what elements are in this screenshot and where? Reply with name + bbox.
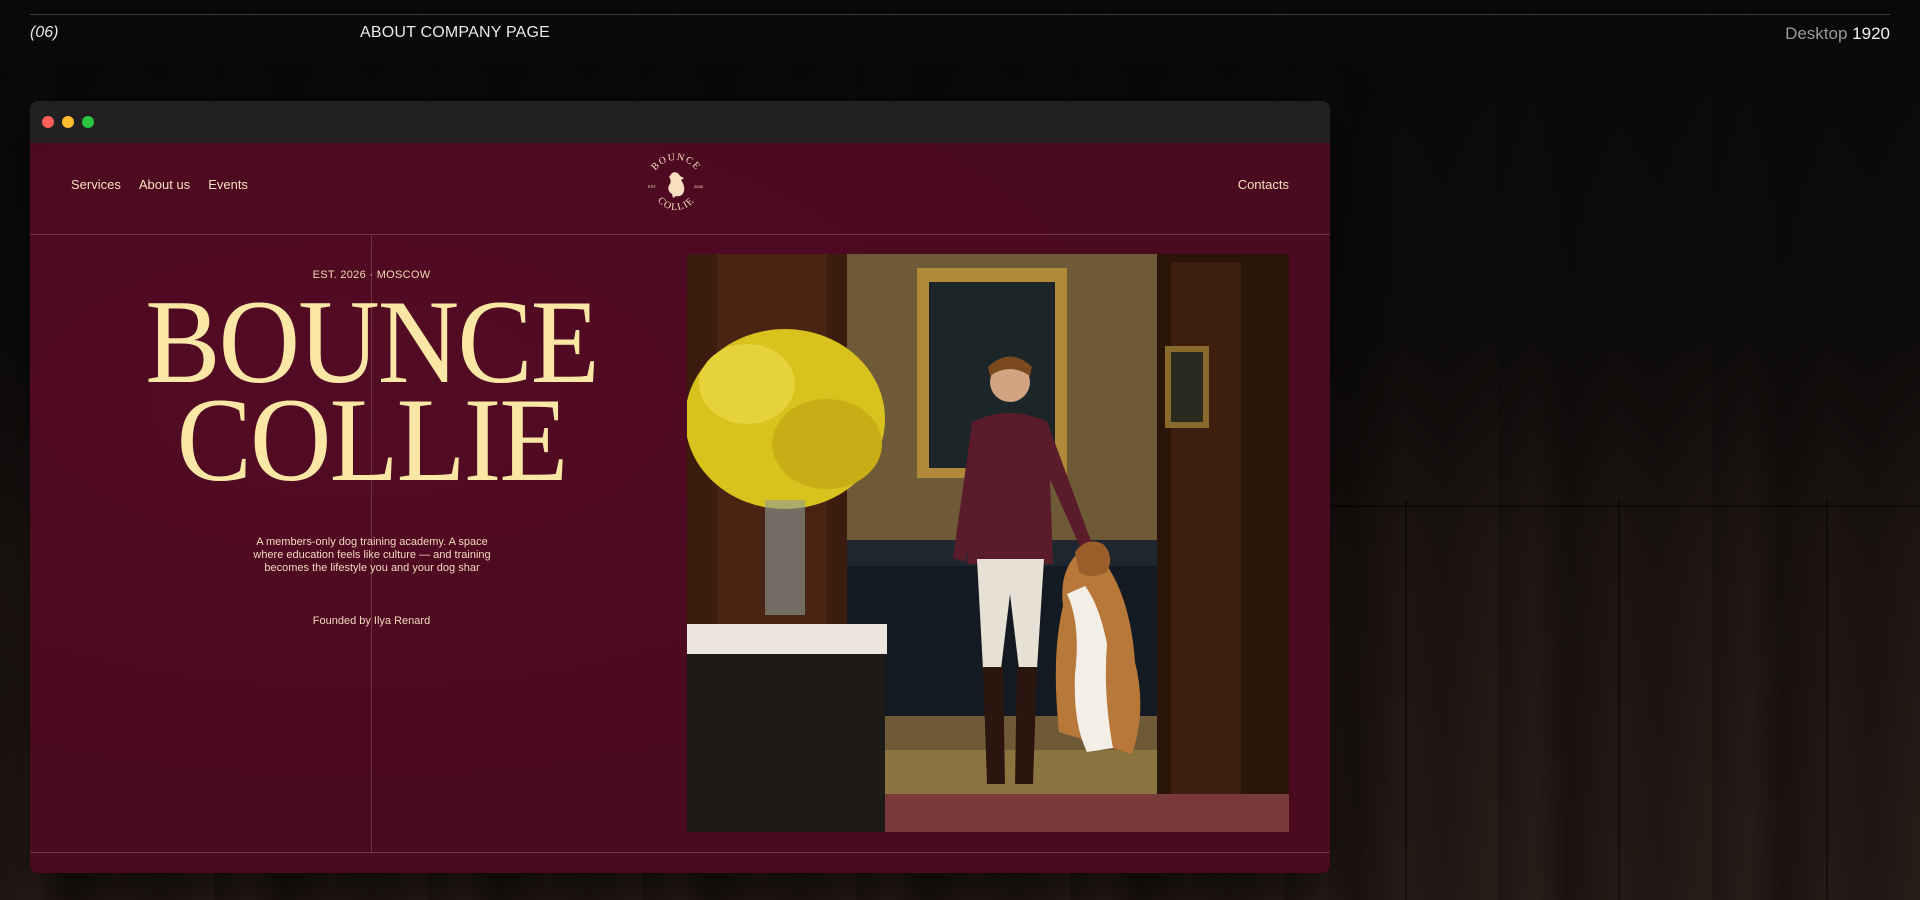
hero-photo bbox=[687, 254, 1289, 832]
section-title: ABOUT COMPANY PAGE bbox=[360, 24, 551, 41]
collie-logo-icon[interactable]: BOUNCE COLLIE EST. 2026 bbox=[642, 151, 710, 219]
hero-description: A members-only dog training academy. A s… bbox=[253, 536, 491, 574]
hero-title: BOUNCE COLLIE bbox=[50, 282, 692, 500]
nav-events[interactable]: Events bbox=[208, 177, 248, 192]
logo-right-text: 2026 bbox=[694, 184, 704, 189]
maximize-dot-icon[interactable] bbox=[82, 116, 94, 128]
close-dot-icon[interactable] bbox=[42, 116, 54, 128]
svg-text:COLLIE: COLLIE bbox=[655, 195, 697, 213]
site-nav: Services About us Events BOUNCE COLLIE E… bbox=[30, 143, 1330, 235]
nav-contacts[interactable]: Contacts bbox=[1238, 177, 1289, 192]
website-page: Services About us Events BOUNCE COLLIE E… bbox=[30, 143, 1330, 873]
top-rule bbox=[30, 14, 1890, 15]
founder-line: Founded by Ilya Renard bbox=[312, 615, 431, 627]
logo-left-text: EST. bbox=[648, 184, 656, 189]
bottom-rule bbox=[30, 852, 1330, 853]
logo-top-text: BOUNCE bbox=[649, 152, 701, 173]
hero-photo-illustration bbox=[687, 254, 1289, 832]
logo-bottom-text: COLLIE bbox=[655, 195, 695, 213]
wood-plank-line bbox=[1618, 500, 1620, 900]
window-titlebar bbox=[30, 101, 1330, 143]
device-label: Desktop 1920 bbox=[1785, 24, 1890, 44]
device-prefix: Desktop bbox=[1785, 24, 1848, 43]
section-number: (06) bbox=[30, 24, 59, 41]
svg-text:BOUNCE: BOUNCE bbox=[649, 152, 702, 173]
nav-links: Services About us Events bbox=[71, 177, 248, 192]
browser-window: Services About us Events BOUNCE COLLIE E… bbox=[30, 101, 1330, 873]
nav-services[interactable]: Services bbox=[71, 177, 121, 192]
wood-seam bbox=[1330, 505, 1920, 507]
wood-plank-line bbox=[1826, 500, 1828, 900]
minimize-dot-icon[interactable] bbox=[62, 116, 74, 128]
nav-about-us[interactable]: About us bbox=[139, 177, 190, 192]
device-width: 1920 bbox=[1852, 24, 1890, 43]
wood-plank-line bbox=[1405, 500, 1407, 900]
